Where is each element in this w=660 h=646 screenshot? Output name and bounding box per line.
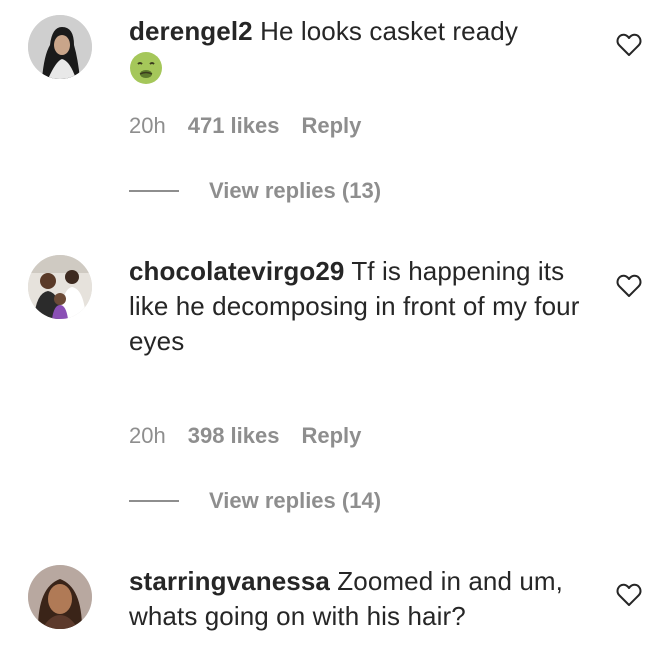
comment-time: 20h (129, 423, 166, 448)
reply-button[interactable]: Reply (301, 113, 361, 138)
comment-username[interactable]: derengel2 (129, 16, 253, 46)
replies-divider (129, 190, 179, 192)
replies-divider (129, 500, 179, 502)
likes-count[interactable]: 398 likes (188, 423, 280, 448)
heart-outline-icon[interactable] (616, 33, 642, 57)
heart-outline-icon[interactable] (616, 274, 642, 298)
comment-text: chocolatevirgo29 Tf is happening its lik… (129, 254, 599, 359)
view-replies-label: View replies (14) (209, 488, 382, 513)
avatar[interactable] (28, 255, 92, 319)
reply-button[interactable]: Reply (301, 423, 361, 448)
comment-meta: 20h 398 likes Reply (129, 422, 361, 450)
view-replies-label: View replies (13) (209, 178, 382, 203)
comment-meta: 20h 471 likes Reply (129, 112, 361, 140)
heart-outline-icon[interactable] (616, 583, 642, 607)
avatar[interactable] (28, 565, 92, 629)
comment-text: starringvanessa Zoomed in and um, whats … (129, 564, 599, 634)
likes-count[interactable]: 471 likes (188, 113, 280, 138)
nauseated-face-emoji (129, 51, 163, 94)
comment-username[interactable]: chocolatevirgo29 (129, 256, 344, 286)
comment-time: 20h (129, 113, 166, 138)
avatar[interactable] (28, 15, 92, 79)
comment-username[interactable]: starringvanessa (129, 566, 330, 596)
comment-body: He looks casket ready (260, 16, 518, 46)
comment-text: derengel2 He looks casket ready (129, 14, 599, 94)
